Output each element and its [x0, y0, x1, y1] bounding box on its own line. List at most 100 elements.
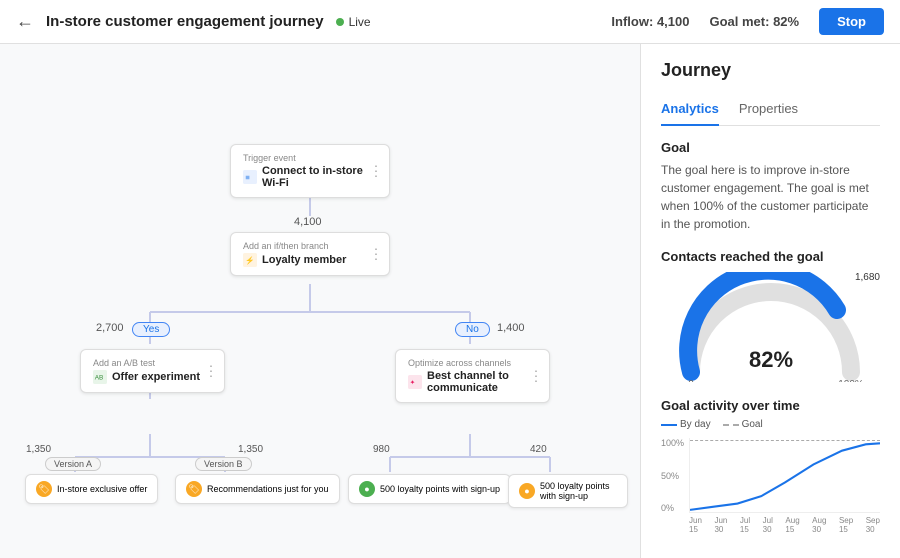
- loyalty-left-node: ● 500 loyalty points with sign-up: [348, 474, 511, 504]
- optimize-node: Optimize across channels ✦ Best channel …: [395, 349, 550, 403]
- version-b-label: Version B: [195, 457, 252, 471]
- chart-inner: [689, 438, 880, 513]
- goal-description: The goal here is to improve in-store cus…: [661, 161, 880, 233]
- right-panel: Journey Analytics Properties Goal The go…: [640, 44, 900, 558]
- inflow-stat: Inflow: 4,100: [611, 14, 689, 29]
- y-label-0: 0%: [661, 503, 685, 513]
- trigger-count: 4,100: [294, 216, 322, 228]
- x-label-0: Jun15: [689, 516, 702, 534]
- yes-label: Yes: [132, 322, 170, 337]
- ab-label: Add an A/B test: [93, 358, 212, 368]
- branch-title: Loyalty member: [262, 254, 346, 266]
- no-label: No: [455, 322, 490, 337]
- version-a-badge: Version A: [45, 457, 101, 471]
- wifi-icon: ≡: [243, 170, 257, 184]
- optimize-title: Best channel to communicate: [427, 370, 537, 394]
- offer-icon-left: 🏷: [36, 481, 52, 497]
- svg-text:100%: 100%: [838, 379, 864, 382]
- ab-icon: AB: [93, 370, 107, 384]
- x-label-7: Sep30: [866, 516, 880, 534]
- inflow-value: 4,100: [657, 14, 690, 29]
- header: ← In-store customer engagement journey L…: [0, 0, 900, 44]
- legend-goal: Goal: [742, 419, 763, 430]
- back-button[interactable]: ←: [16, 11, 34, 32]
- chart-area-wrapper: 100% 50% 0%: [661, 438, 880, 513]
- trigger-label: Trigger event: [243, 153, 377, 163]
- x-label-2: Jul15: [740, 516, 750, 534]
- ab-menu[interactable]: ⋮: [204, 363, 218, 380]
- x-label-6: Sep15: [839, 516, 853, 534]
- trigger-menu[interactable]: ⋮: [369, 163, 383, 180]
- branch-label-text: Add an if/then branch: [243, 241, 377, 251]
- optimize-label: Optimize across channels: [408, 358, 537, 368]
- goal-section-title: Goal: [661, 140, 880, 155]
- contacts-title: Contacts reached the goal: [661, 249, 880, 264]
- chart-svg: [690, 438, 880, 512]
- loyalty-right-icon: ●: [519, 483, 535, 499]
- x-label-4: Aug15: [785, 516, 799, 534]
- legend-goal-line: [723, 424, 739, 426]
- recommend-icon: 🏷: [186, 481, 202, 497]
- recommend-node: 🏷 Recommendations just for you: [175, 474, 340, 504]
- version-b-count: 1,350: [238, 444, 263, 455]
- main-area: Trigger event ≡ Connect to in-store Wi-F…: [0, 44, 900, 558]
- x-label-5: Aug30: [812, 516, 826, 534]
- chart-section: Goal activity over time By day Goal 100%…: [661, 398, 880, 534]
- trigger-title: Connect to in-store Wi-Fi: [262, 165, 377, 189]
- optimize-right-count: 420: [530, 444, 547, 455]
- chart-x-axis: Jun15 Jun30 Jul15 Jul30 Aug15 Aug30 Sep1…: [689, 516, 880, 534]
- yes-count: 2,700: [96, 322, 124, 334]
- version-b-badge: Version B: [195, 457, 252, 471]
- gauge-section: Contacts reached the goal 1,680 82% 0 10…: [661, 249, 880, 382]
- gauge-top-value: 1,680: [855, 272, 880, 283]
- chart-legend: By day Goal: [661, 419, 880, 430]
- live-dot: [336, 18, 344, 26]
- panel-title: Journey: [661, 60, 880, 81]
- x-label-3: Jul30: [763, 516, 773, 534]
- svg-text:✦: ✦: [410, 379, 415, 386]
- recommend-label: Recommendations just for you: [207, 484, 329, 494]
- journey-canvas: Trigger event ≡ Connect to in-store Wi-F…: [0, 44, 640, 558]
- live-label: Live: [349, 15, 371, 29]
- journey-flow: Trigger event ≡ Connect to in-store Wi-F…: [20, 64, 620, 538]
- y-label-50: 50%: [661, 471, 685, 481]
- ab-test-node: Add an A/B test AB Offer experiment ⋮: [80, 349, 225, 393]
- svg-text:0: 0: [688, 379, 694, 382]
- chart-y-axis: 100% 50% 0%: [661, 438, 685, 513]
- ab-title: Offer experiment: [112, 371, 200, 383]
- no-count: 1,400: [497, 322, 525, 334]
- panel-tabs: Analytics Properties: [661, 93, 880, 126]
- offer-label: In-store exclusive offer: [57, 484, 147, 494]
- flow-lines: [20, 64, 620, 538]
- panel-body: Goal The goal here is to improve in-stor…: [641, 126, 900, 548]
- loyalty-left-icon: ●: [359, 481, 375, 497]
- x-label-1: Jun30: [714, 516, 727, 534]
- trigger-node: Trigger event ≡ Connect to in-store Wi-F…: [230, 144, 390, 198]
- optimize-menu[interactable]: ⋮: [529, 368, 543, 385]
- offer-node-left: 🏷 In-store exclusive offer: [25, 474, 158, 504]
- panel-header: Journey Analytics Properties: [641, 44, 900, 126]
- loyalty-right-label: 500 loyalty points with sign-up: [540, 481, 617, 501]
- legend-byday-line: [661, 424, 677, 426]
- svg-text:AB: AB: [95, 374, 104, 381]
- legend-byday: By day: [680, 419, 711, 430]
- svg-text:≡: ≡: [245, 173, 250, 182]
- goal-value: 82%: [773, 14, 799, 29]
- branch-menu[interactable]: ⋮: [369, 246, 383, 263]
- svg-text:82%: 82%: [748, 347, 792, 372]
- optimize-left-count: 980: [373, 444, 390, 455]
- goal-stat: Goal met: 82%: [709, 14, 799, 29]
- stop-button[interactable]: Stop: [819, 8, 884, 35]
- branch-node: Add an if/then branch ⚡ Loyalty member ⋮: [230, 232, 390, 276]
- tab-analytics[interactable]: Analytics: [661, 93, 719, 126]
- gauge-chart: 82% 0 100%: [671, 272, 871, 382]
- tab-properties[interactable]: Properties: [739, 93, 798, 126]
- svg-text:⚡: ⚡: [245, 256, 254, 265]
- loyalty-left-label: 500 loyalty points with sign-up: [380, 484, 500, 494]
- version-a-label: Version A: [45, 457, 101, 471]
- y-label-100: 100%: [661, 438, 685, 448]
- version-a-count: 1,350: [26, 444, 51, 455]
- activity-title: Goal activity over time: [661, 398, 880, 413]
- goal-label: Goal met:: [709, 14, 769, 29]
- page-title: In-store customer engagement journey: [46, 13, 324, 30]
